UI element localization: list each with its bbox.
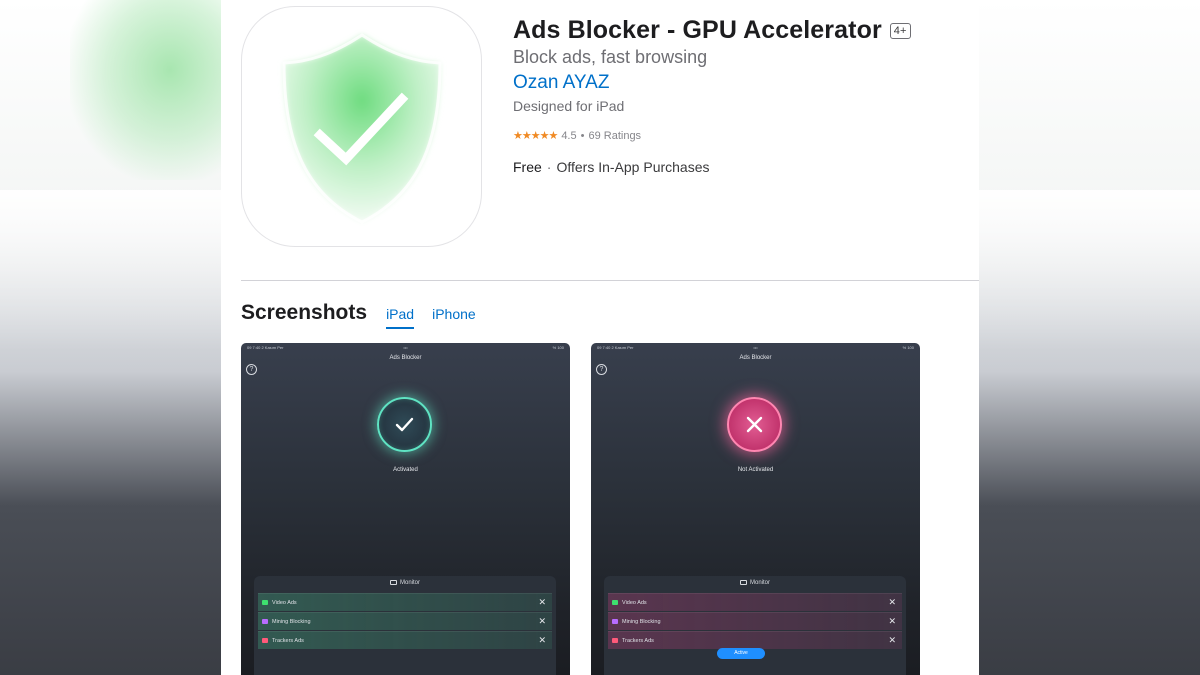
monitor-header: Monitor bbox=[604, 580, 906, 586]
list-item: Trackers Ads ✕ bbox=[608, 631, 902, 649]
status-time: 09 7:40 2 Kasım Per bbox=[597, 345, 634, 350]
designed-for-label: Designed for iPad bbox=[513, 98, 625, 114]
monitor-icon bbox=[389, 580, 397, 585]
app-subtitle: Block ads, fast browsing bbox=[513, 47, 708, 67]
tracker-icon bbox=[262, 638, 268, 643]
app-title: Ads Blocker - GPU Accelerator 4+ bbox=[513, 16, 911, 45]
row-label: Video Ads bbox=[272, 599, 297, 606]
rating-summary: ★★★★★ 4.5 • 69 Ratings bbox=[513, 129, 642, 143]
monitor-title: Monitor bbox=[399, 580, 420, 587]
monitor-panel: Monitor Video Ads ✕ Mining Blocking ✕ Tr… bbox=[604, 576, 906, 675]
screenshots-title: Screenshots bbox=[241, 301, 368, 324]
nav-title: Ads Blocker bbox=[389, 355, 422, 361]
help-icon: ? bbox=[596, 364, 607, 375]
status-battery: % 100 bbox=[552, 345, 564, 350]
row-label: Trackers Ads bbox=[272, 637, 304, 644]
price-separator: · bbox=[546, 159, 552, 175]
shield-check-icon bbox=[282, 33, 442, 224]
list-item: Mining Blocking ✕ bbox=[258, 612, 552, 630]
list-item: Mining Blocking ✕ bbox=[608, 612, 902, 630]
developer-link[interactable]: Ozan AYAZ bbox=[513, 72, 609, 94]
cube-icon bbox=[612, 619, 618, 624]
screenshot-not-activated[interactable]: 09 7:40 2 Kasım Per ••• % 100 Ads Blocke… bbox=[591, 343, 920, 675]
close-icon: ✕ bbox=[538, 635, 546, 645]
close-icon: ✕ bbox=[888, 635, 896, 645]
state-label: Activated bbox=[393, 467, 418, 473]
close-icon: ✕ bbox=[888, 597, 896, 607]
monitor-icon bbox=[739, 580, 747, 585]
rating-count: 69 Ratings bbox=[588, 129, 642, 142]
right-blurred-background bbox=[978, 0, 1200, 675]
row-label: Trackers Ads bbox=[622, 637, 654, 644]
app-icon bbox=[241, 6, 482, 247]
app-title-text: Ads Blocker - GPU Accelerator bbox=[513, 16, 882, 44]
app-store-page: Ads Blocker - GPU Accelerator 4+ Block a… bbox=[221, 0, 979, 675]
state-label: Not Activated bbox=[737, 467, 774, 473]
not-activated-ring bbox=[727, 397, 782, 452]
status-dots: ••• bbox=[753, 345, 758, 350]
nav-title: Ads Blocker bbox=[739, 355, 772, 361]
age-rating-badge: 4+ bbox=[889, 22, 911, 39]
rating-value: 4.5 bbox=[561, 129, 577, 142]
close-icon: ✕ bbox=[888, 616, 896, 626]
status-dots: ••• bbox=[403, 345, 408, 350]
star-rating-icon: ★★★★★ bbox=[513, 130, 558, 142]
rating-separator: • bbox=[580, 129, 585, 142]
screenshot-activated[interactable]: 09 7:40 2 Kasım Per ••• % 100 Ads Blocke… bbox=[241, 343, 570, 675]
row-label: Mining Blocking bbox=[272, 618, 311, 625]
status-battery: % 100 bbox=[902, 345, 914, 350]
monitor-panel: Monitor Video Ads ✕ Mining Blocking ✕ Tr… bbox=[254, 576, 556, 675]
checkmark-icon bbox=[395, 417, 414, 432]
tracker-icon bbox=[612, 638, 618, 643]
close-icon: ✕ bbox=[538, 597, 546, 607]
tab-iphone[interactable]: iPhone bbox=[432, 306, 476, 327]
monitor-title: Monitor bbox=[749, 580, 770, 587]
close-icon: ✕ bbox=[538, 616, 546, 626]
list-item: Video Ads ✕ bbox=[258, 593, 552, 611]
x-icon bbox=[746, 416, 763, 433]
status-bar: 09 7:40 2 Kasım Per ••• % 100 bbox=[597, 345, 914, 353]
left-blurred-background bbox=[0, 0, 222, 675]
section-divider bbox=[241, 280, 979, 281]
row-label: Mining Blocking bbox=[622, 618, 661, 625]
activate-button: Active bbox=[717, 648, 765, 659]
cube-icon bbox=[262, 619, 268, 624]
in-app-purchases-note: Offers In-App Purchases bbox=[556, 159, 710, 175]
price-info: Free · Offers In-App Purchases bbox=[513, 159, 710, 175]
help-icon: ? bbox=[246, 364, 257, 375]
list-item: Trackers Ads ✕ bbox=[258, 631, 552, 649]
status-time: 09 7:40 2 Kasım Per bbox=[247, 345, 284, 350]
monitor-header: Monitor bbox=[254, 580, 556, 586]
activated-ring bbox=[377, 397, 432, 452]
row-label: Video Ads bbox=[622, 599, 647, 606]
screenshots-header: Screenshots iPad iPhone bbox=[241, 301, 494, 329]
tab-ipad[interactable]: iPad bbox=[386, 306, 415, 329]
video-icon bbox=[262, 600, 268, 605]
video-icon bbox=[612, 600, 618, 605]
status-bar: 09 7:40 2 Kasım Per ••• % 100 bbox=[247, 345, 564, 353]
price-label: Free bbox=[513, 159, 542, 175]
list-item: Video Ads ✕ bbox=[608, 593, 902, 611]
